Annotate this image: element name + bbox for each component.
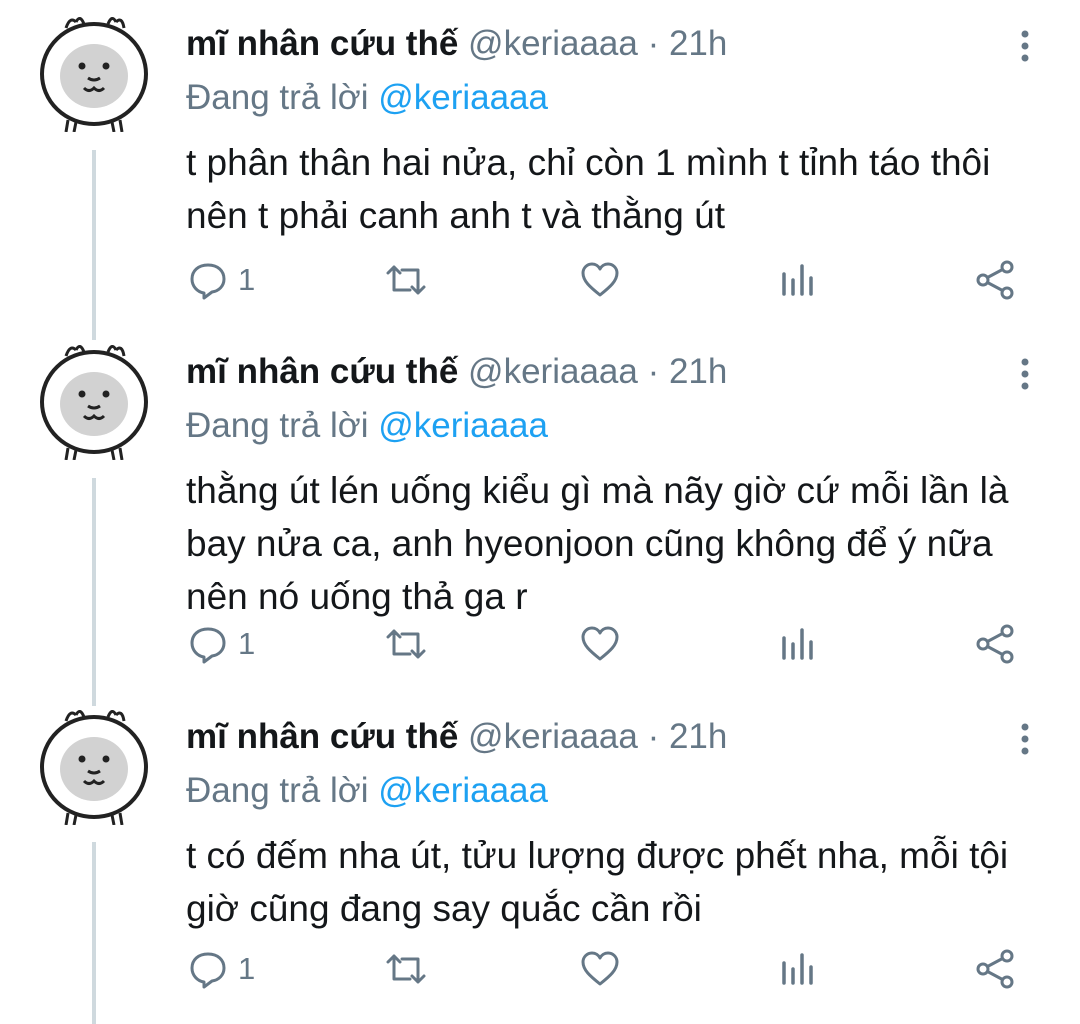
tweet-header: mĩ nhân cứu thế @keriaaaa · 21h xyxy=(186,22,727,66)
retweet-button[interactable] xyxy=(384,947,428,991)
tweet-text: thằng út lén uống kiểu gì mà nãy giờ cứ … xyxy=(186,470,1009,617)
like-button[interactable] xyxy=(580,947,620,991)
tweet[interactable]: mĩ nhân cứu thế @keriaaaa · 21h Đang trả… xyxy=(0,340,1080,680)
like-button[interactable] xyxy=(580,258,620,302)
tweet-actions: 1 xyxy=(0,258,1080,302)
display-name[interactable]: mĩ nhân cứu thế xyxy=(186,24,458,63)
username[interactable]: @keriaaaa xyxy=(468,717,638,756)
reply-icon xyxy=(188,260,228,300)
tweet-actions: 1 xyxy=(0,622,1080,666)
replying-to-label: Đang trả lời xyxy=(186,78,369,117)
retweet-button[interactable] xyxy=(384,258,428,302)
reply-icon xyxy=(188,624,228,664)
reply-icon xyxy=(188,949,228,989)
reply-count: 1 xyxy=(238,951,256,986)
reply-count: 1 xyxy=(238,626,256,661)
heart-icon xyxy=(580,949,620,989)
reply-button[interactable]: 1 xyxy=(188,258,255,302)
analytics-icon xyxy=(778,624,818,664)
reply-button[interactable]: 1 xyxy=(188,947,255,991)
separator: · xyxy=(647,24,660,63)
tweet-header: mĩ nhân cứu thế @keriaaaa · 21h xyxy=(186,350,727,394)
analytics-icon xyxy=(778,949,818,989)
tweet-text: t có đếm nha út, tửu lượng được phết nha… xyxy=(186,835,1009,929)
replying-to-label: Đang trả lời xyxy=(186,771,369,810)
retweet-icon xyxy=(384,624,428,664)
display-name[interactable]: mĩ nhân cứu thế xyxy=(186,717,458,756)
heart-icon xyxy=(580,624,620,664)
retweet-button[interactable] xyxy=(384,622,428,666)
share-button[interactable] xyxy=(974,258,1016,302)
dog-avatar-icon[interactable] xyxy=(36,340,152,460)
username[interactable]: @keriaaaa xyxy=(468,352,638,391)
tweet-header: mĩ nhân cứu thế @keriaaaa · 21h xyxy=(186,715,727,759)
timestamp[interactable]: 21h xyxy=(669,352,727,391)
analytics-icon xyxy=(778,260,818,300)
heart-icon xyxy=(580,260,620,300)
share-icon xyxy=(974,948,1016,990)
analytics-button[interactable] xyxy=(778,622,818,666)
tweet-actions: 1 xyxy=(0,947,1080,991)
retweet-icon xyxy=(384,260,428,300)
separator: · xyxy=(647,717,660,756)
retweet-icon xyxy=(384,949,428,989)
dog-avatar-icon[interactable] xyxy=(36,12,152,132)
replying-to: Đang trả lời @keriaaaa xyxy=(186,769,548,813)
analytics-button[interactable] xyxy=(778,258,818,302)
share-icon xyxy=(974,259,1016,301)
timestamp[interactable]: 21h xyxy=(669,717,727,756)
replying-to: Đang trả lời @keriaaaa xyxy=(186,404,548,448)
more-vertical-icon[interactable] xyxy=(1010,719,1040,759)
tweet-text: t phân thân hai nửa, chỉ còn 1 mình t tỉ… xyxy=(186,142,991,236)
replying-to-label: Đang trả lời xyxy=(186,406,369,445)
like-button[interactable] xyxy=(580,622,620,666)
reply-button[interactable]: 1 xyxy=(188,622,255,666)
replying-to: Đang trả lời @keriaaaa xyxy=(186,76,548,120)
display-name[interactable]: mĩ nhân cứu thế xyxy=(186,352,458,391)
reply-count: 1 xyxy=(238,262,256,297)
tweet[interactable]: mĩ nhân cứu thế @keriaaaa · 21h Đang trả… xyxy=(0,12,1080,322)
replying-to-mention[interactable]: @keriaaaa xyxy=(378,771,548,810)
analytics-button[interactable] xyxy=(778,947,818,991)
timestamp[interactable]: 21h xyxy=(669,24,727,63)
more-vertical-icon[interactable] xyxy=(1010,26,1040,66)
replying-to-mention[interactable]: @keriaaaa xyxy=(378,78,548,117)
username[interactable]: @keriaaaa xyxy=(468,24,638,63)
replying-to-mention[interactable]: @keriaaaa xyxy=(378,406,548,445)
tweet[interactable]: mĩ nhân cứu thế @keriaaaa · 21h Đang trả… xyxy=(0,705,1080,1024)
dog-avatar-icon[interactable] xyxy=(36,705,152,825)
share-button[interactable] xyxy=(974,947,1016,991)
separator: · xyxy=(647,352,660,391)
share-icon xyxy=(974,623,1016,665)
share-button[interactable] xyxy=(974,622,1016,666)
more-vertical-icon[interactable] xyxy=(1010,354,1040,394)
